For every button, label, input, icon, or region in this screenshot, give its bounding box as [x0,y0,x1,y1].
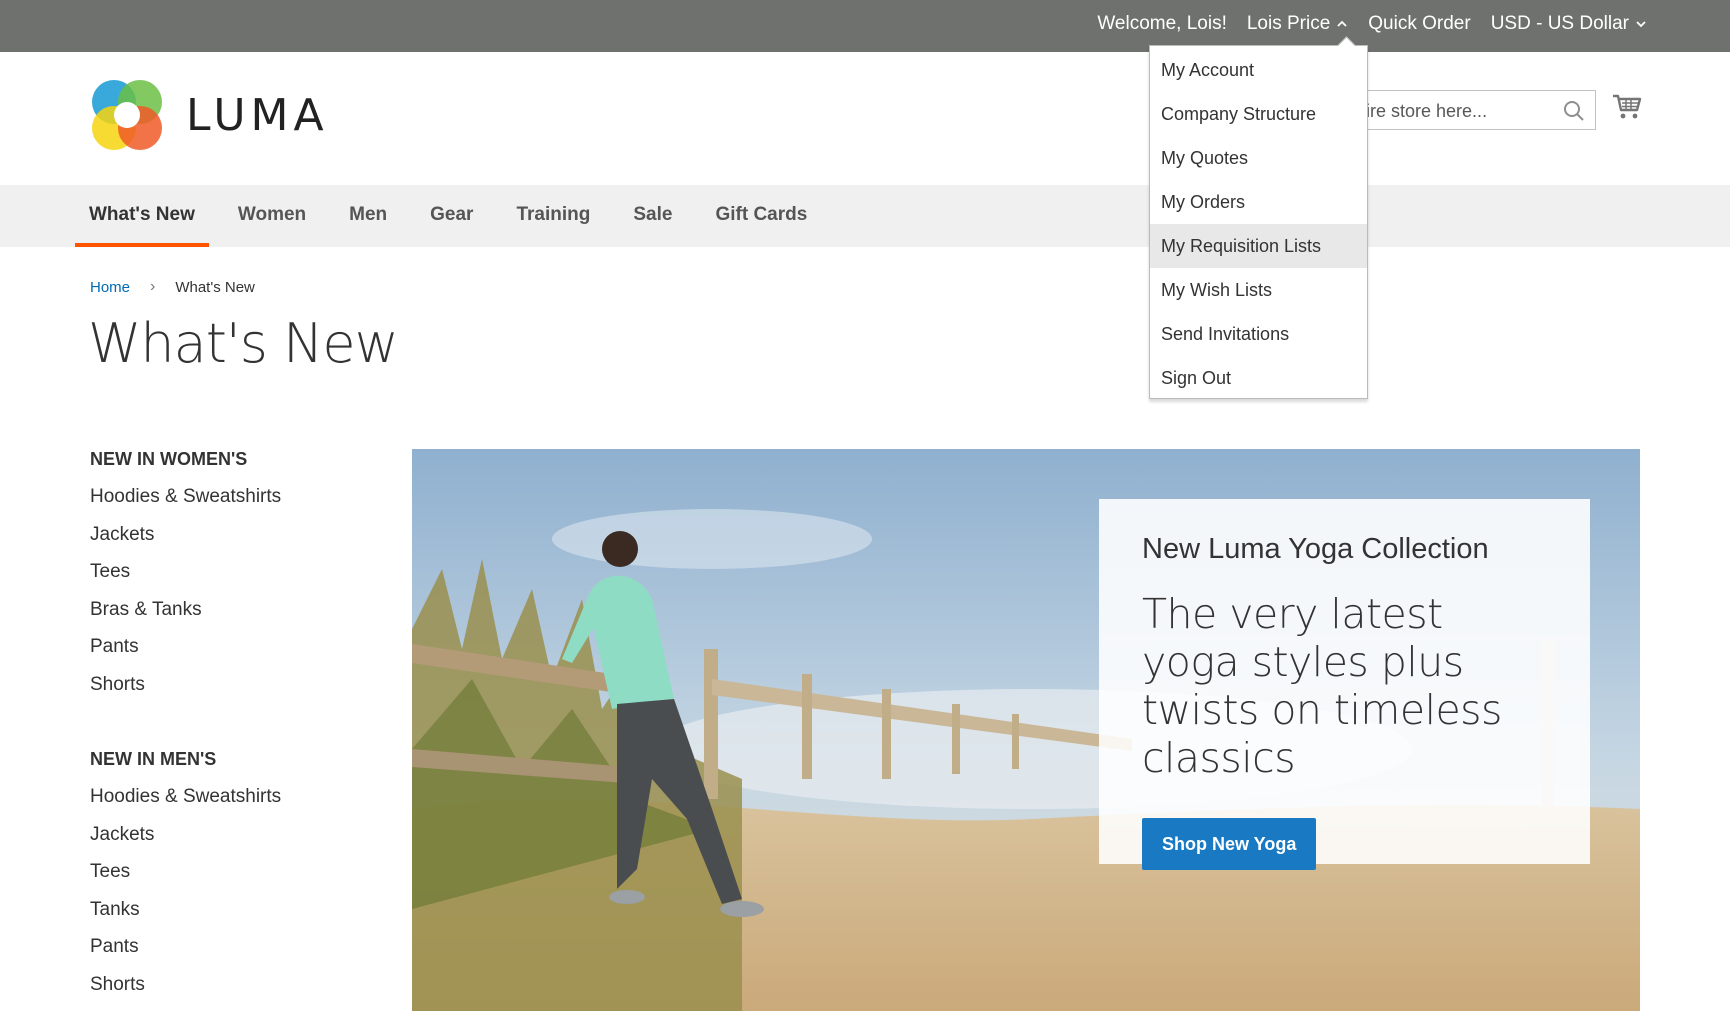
nav-item-women[interactable]: Women [224,185,320,247]
nav-item-gift-cards[interactable]: Gift Cards [701,185,821,247]
nav-item-gear[interactable]: Gear [416,185,487,247]
cart-icon[interactable] [1612,92,1642,122]
sidebar-heading-men: NEW IN MEN'S [90,749,217,769]
sidebar-item-men-tees[interactable]: Tees [90,853,281,891]
menu-item-send-invitations[interactable]: Send Invitations [1150,312,1367,356]
currency-label: USD - US Dollar [1490,13,1629,34]
sidebar-item-men-hoodies[interactable]: Hoodies & Sweatshirts [90,778,281,816]
breadcrumb: Home › What's New [90,278,255,296]
menu-item-my-requisition-lists[interactable]: My Requisition Lists [1150,224,1367,268]
logo-text: LUMA [186,89,329,141]
chevron-down-icon [1636,21,1646,28]
sidebar-item-women-shorts[interactable]: Shorts [90,666,281,704]
sidebar-item-men-shorts[interactable]: Shorts [90,966,281,1004]
breadcrumb-current: What's New [175,278,255,296]
chevron-up-icon [1337,20,1347,27]
breadcrumb-home[interactable]: Home [90,279,130,296]
sidebar-women: NEW IN WOMEN'S Hoodies & Sweatshirts Jac… [90,449,281,703]
chevron-right-icon: › [150,278,156,295]
customer-name: Lois Price [1246,13,1331,34]
sidebar-men: NEW IN MEN'S Hoodies & Sweatshirts Jacke… [90,749,281,1003]
shop-new-yoga-button[interactable]: Shop New Yoga [1142,818,1317,870]
sidebar-heading-women: NEW IN WOMEN'S [90,449,248,469]
main-navigation: What's New Women Men Gear Training Sale … [0,185,1730,247]
promo-subtitle: New Luma Yoga Collection [1142,533,1489,565]
promo-title: The very latest yoga styles plus twists … [1142,590,1502,782]
menu-item-sign-out[interactable]: Sign Out [1150,356,1367,400]
menu-item-company-structure[interactable]: Company Structure [1150,92,1367,136]
top-panel: Welcome, Lois! Lois Price Quick Order US… [0,0,1730,52]
nav-item-whats-new[interactable]: What's New [75,185,209,247]
sidebar-item-women-tees[interactable]: Tees [90,553,281,591]
promo-card: New Luma Yoga Collection The very latest… [1099,499,1590,870]
sidebar-item-men-jackets[interactable]: Jackets [90,816,281,854]
nav-item-sale[interactable]: Sale [619,185,686,247]
menu-item-my-quotes[interactable]: My Quotes [1150,136,1367,180]
nav-item-men[interactable]: Men [335,185,401,247]
menu-item-my-wish-lists[interactable]: My Wish Lists [1150,268,1367,312]
logo[interactable]: LUMA [90,78,329,152]
quick-order-link[interactable]: Quick Order [1368,13,1470,35]
sidebar-item-women-bras-tanks[interactable]: Bras & Tanks [90,591,281,629]
sidebar-item-men-pants[interactable]: Pants [90,928,281,966]
search-icon[interactable] [1563,100,1585,122]
currency-switcher[interactable]: USD - US Dollar [1491,13,1647,35]
search-input[interactable] [1341,91,1553,131]
search-box [1340,90,1596,131]
welcome-message: Welcome, Lois! [1097,13,1227,34]
sidebar-item-women-pants[interactable]: Pants [90,628,281,666]
luma-logo-icon [92,80,162,150]
hero-banner[interactable]: New Luma Yoga Collection The very latest… [412,449,1640,1011]
sidebar-item-women-hoodies[interactable]: Hoodies & Sweatshirts [90,478,281,516]
nav-item-training[interactable]: Training [502,185,604,247]
customer-dropdown-menu: My Account Company Structure My Quotes M… [1149,45,1368,399]
menu-item-my-account[interactable]: My Account [1150,48,1367,92]
page-title: What's New [88,312,399,375]
panel-links: Welcome, Lois! Lois Price Quick Order US… [1097,0,1647,48]
sidebar-item-women-jackets[interactable]: Jackets [90,516,281,554]
sidebar-item-men-tanks[interactable]: Tanks [90,891,281,929]
customer-menu-toggle[interactable]: Lois Price [1247,13,1348,35]
menu-item-my-orders[interactable]: My Orders [1150,180,1367,224]
